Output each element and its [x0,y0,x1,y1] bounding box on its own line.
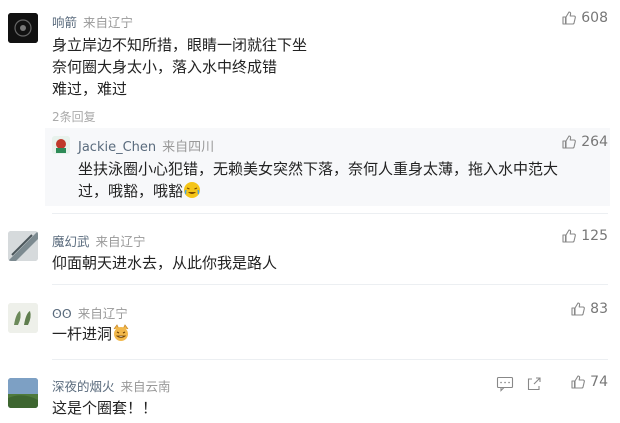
crying-laugh-emoji-icon [184,182,201,198]
comment-4: 深夜的烟火 来自云南 74 这是个圈套！！ [0,360,620,423]
share-icon[interactable] [526,376,542,392]
like-button[interactable]: 608 [561,10,608,26]
comment-line: 这是个圈套！！ [52,399,158,417]
avatar[interactable] [8,13,38,43]
comment-3: ʘʘ 来自辽宁 83 一杆进洞 [0,286,620,360]
username[interactable]: 魔幻武 [52,234,90,249]
avatar[interactable] [8,378,38,408]
reply-comment-icon[interactable] [496,376,514,392]
comment-2: 魔幻武 来自辽宁 125 仰面朝天进水去，从此你我是路人 [0,214,620,285]
comment-line: 身立岸边不知所措，眼睛一闭就往下坐 [52,36,308,54]
reply-avatar[interactable] [52,136,70,154]
thumbs-up-icon [571,302,586,316]
reply-line-2: 过，哦豁，哦豁 [78,180,618,202]
reply-text: 坐扶泳圈小心犯错，无赖美女突然下落，奈何人重身太薄，拖入水中范大 过，哦豁，哦豁 [78,158,618,202]
separator [52,284,608,285]
comment-line: 一杆进洞 [52,325,113,343]
comment-line: 难过，难过 [52,80,128,98]
thumbs-up-icon [562,135,577,149]
comment-actions [496,376,542,392]
thumbs-up-icon [562,11,577,25]
reply-like-button[interactable]: 264 [561,134,608,150]
comment-text: 身立岸边不知所措，眼睛一闭就往下坐 奈何圈大身太小，落入水中终成错 难过，难过 [52,34,307,100]
avatar-image [8,378,38,408]
location: 来自辽宁 [83,15,134,30]
comment-meta: 深夜的烟火 来自云南 [52,376,171,395]
comment-text: 仰面朝天进水去，从此你我是路人 [52,252,277,274]
comment-meta: 响箭 来自辽宁 [52,12,133,31]
comment-1: 响箭 来自辽宁 608 身立岸边不知所措，眼睛一闭就往下坐 奈何圈大身太小，落入水… [0,0,620,214]
like-count: 608 [581,10,608,26]
comment-text: 一杆进洞 [52,323,130,345]
username[interactable]: 响箭 [52,15,77,30]
avatar[interactable] [8,303,38,333]
more-replies-link[interactable]: 2条回复 [52,108,96,125]
avatar-image [8,13,38,43]
username[interactable]: 深夜的烟火 [52,379,115,394]
cat-grin-emoji-icon [113,324,129,341]
like-count: 125 [581,228,608,244]
comment-line: 奈何圈大身太小，落入水中终成错 [52,58,278,76]
comment-text: 这是个圈套！！ [52,397,157,419]
comment-meta: 魔幻武 来自辽宁 [52,231,146,250]
like-count: 83 [590,301,608,317]
location: 来自辽宁 [95,234,146,249]
reply-box: Jackie_Chen 来自四川 264 坐扶泳圈小心犯错，无赖美女突然下落，奈何… [45,128,610,206]
reply-username[interactable]: Jackie_Chen [78,140,156,155]
comment-line-with-emoji: 一杆进洞 [52,323,130,345]
like-button[interactable]: 125 [561,228,608,244]
avatar-image [8,231,38,261]
like-count: 74 [590,374,608,390]
thumbs-up-icon [571,375,586,389]
avatar-image [8,303,38,333]
reply-line: 过，哦豁，哦豁 [78,182,184,200]
reply-location: 来自四川 [162,140,215,155]
like-button[interactable]: 83 [570,301,608,317]
like-button[interactable]: 74 [570,374,608,390]
username[interactable]: ʘʘ [52,306,72,321]
reply-line: 坐扶泳圈小心犯错，无赖美女突然下落，奈何人重身太薄，拖入水中范大 [78,160,559,178]
thumbs-up-icon [562,229,577,243]
comment-line: 仰面朝天进水去，从此你我是路人 [52,254,278,272]
avatar[interactable] [8,231,38,261]
location: 来自云南 [120,379,171,394]
reply-avatar-image [52,136,70,154]
comment-meta: ʘʘ 来自辽宁 [52,303,128,322]
location: 来自辽宁 [77,306,128,321]
like-count: 264 [581,134,608,150]
reply-meta: Jackie_Chen 来自四川 [78,136,214,155]
